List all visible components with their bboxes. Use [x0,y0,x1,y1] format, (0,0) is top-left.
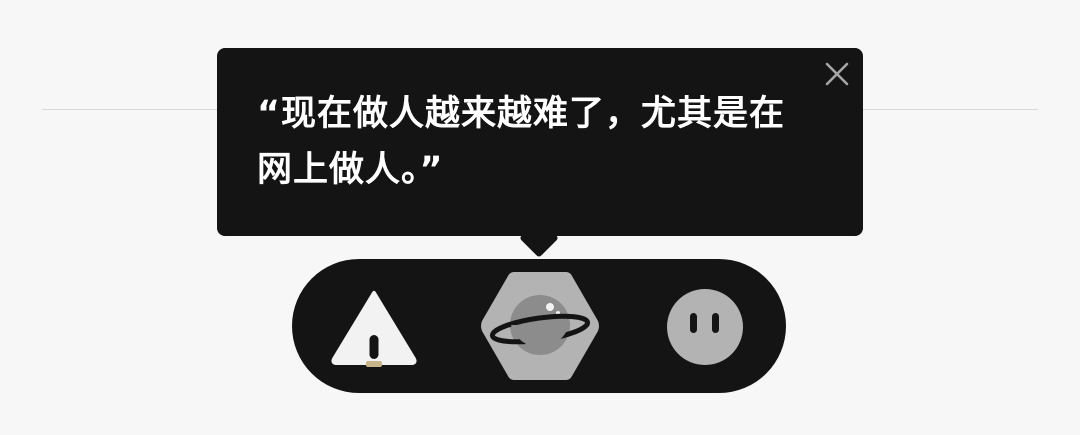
tooltip-text: “现在做人越来越难了，尤其是在网上做人。” [257,94,786,190]
icon-dock [292,259,786,393]
close-button[interactable] [823,60,851,88]
face-icon [667,289,743,365]
warning-triangle-icon [331,291,417,367]
close-icon [825,62,849,86]
dock-item-warning[interactable] [330,289,418,369]
quote-tooltip: “现在做人越来越难了，尤其是在网上做人。” [217,48,863,236]
dock-item-planet[interactable] [478,269,602,383]
screen: “现在做人越来越难了，尤其是在网上做人。” [0,0,1080,435]
planet-icon [481,272,599,380]
dock-item-face[interactable] [665,287,745,367]
